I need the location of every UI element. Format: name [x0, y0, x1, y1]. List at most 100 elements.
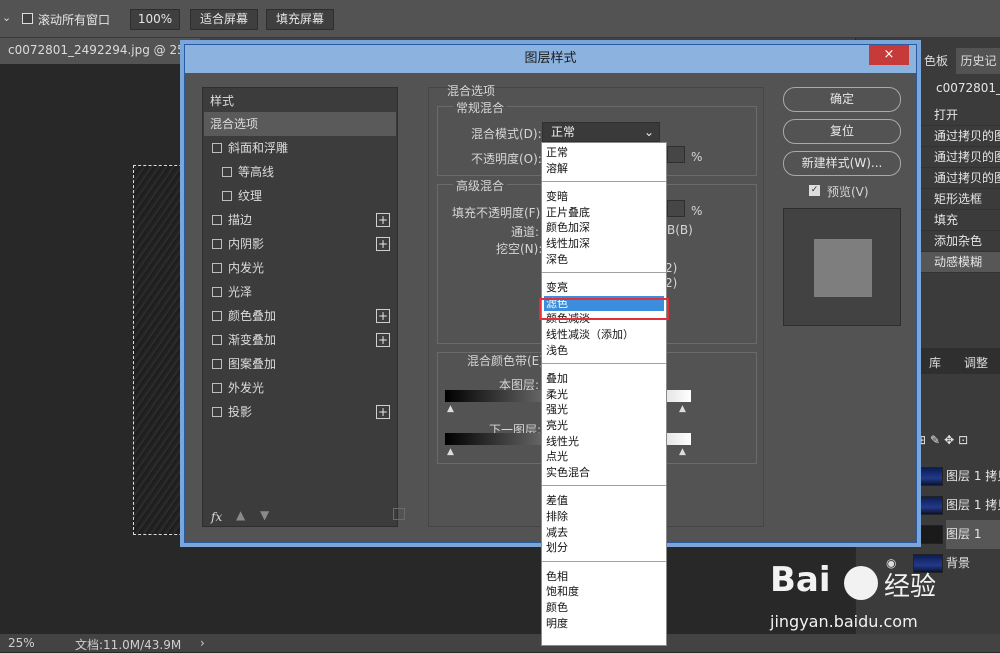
tab-adjustments[interactable]: 调整 — [956, 350, 996, 376]
slider-handle-icon[interactable]: ▲ — [679, 447, 686, 457]
style-checkbox[interactable] — [212, 383, 222, 393]
blend-mode-option[interactable]: 实色混合 — [544, 465, 664, 481]
blend-mode-option[interactable]: 颜色加深 — [544, 220, 664, 236]
style-checkbox[interactable] — [212, 335, 222, 345]
blend-mode-option[interactable]: 色相 — [544, 569, 664, 585]
tab-history[interactable]: 历史记 — [956, 48, 1000, 74]
blend-mode-option[interactable]: 叠加 — [544, 371, 664, 387]
fill-screen-button[interactable]: 填充屏幕 — [266, 9, 334, 30]
style-checkbox[interactable] — [212, 239, 222, 249]
new-style-button[interactable]: 新建样式(W)... — [783, 151, 901, 176]
move-up-icon[interactable]: ▲ — [236, 508, 245, 522]
ok-button[interactable]: 确定 — [783, 87, 901, 112]
blend-mode-option[interactable]: 点光 — [544, 449, 664, 465]
status-arrow-icon[interactable]: › — [200, 636, 205, 650]
layer-lock-icons[interactable]: ⊞✎✥⊡ — [916, 433, 996, 449]
blend-mode-option[interactable]: 线性减淡（添加） — [544, 327, 664, 343]
add-style-icon[interactable]: + — [376, 405, 390, 419]
style-item[interactable]: 颜色叠加 + — [204, 304, 396, 328]
slider-handle-icon[interactable]: ▲ — [447, 447, 454, 457]
style-checkbox[interactable] — [222, 167, 232, 177]
blend-mode-option[interactable]: 溶解 — [544, 161, 664, 177]
blend-mode-option[interactable]: 排除 — [544, 509, 664, 525]
style-checkbox[interactable] — [212, 215, 222, 225]
history-item[interactable]: 通过拷贝的图 — [918, 147, 1000, 168]
history-item-current[interactable]: 动感模糊 — [918, 252, 1000, 273]
document-tab[interactable]: c0072801_2492294.jpg @ 25% (图层 — [0, 38, 200, 64]
trash-icon[interactable] — [393, 508, 405, 520]
history-item[interactable]: 打开 — [918, 105, 1000, 126]
history-item[interactable]: 通过拷贝的图 — [918, 126, 1000, 147]
blend-mode-option[interactable]: 颜色 — [544, 600, 664, 616]
blend-mode-option[interactable]: 强光 — [544, 402, 664, 418]
blend-mode-option[interactable]: 亮光 — [544, 418, 664, 434]
blend-mode-option[interactable]: 变亮 — [544, 280, 664, 296]
layer-item[interactable]: 图层 1 拷贝 — [946, 462, 1000, 491]
blend-mode-option[interactable]: 减去 — [544, 525, 664, 541]
blend-mode-select[interactable]: 正常 ⌄ — [542, 122, 660, 142]
add-style-icon[interactable]: + — [376, 309, 390, 323]
blend-mode-option[interactable]: 线性加深 — [544, 236, 664, 252]
history-file[interactable]: c0072801_249 — [918, 76, 1000, 100]
style-checkbox[interactable] — [222, 191, 232, 201]
history-item[interactable]: 矩形选框 — [918, 189, 1000, 210]
style-item[interactable]: 投影 + — [204, 400, 396, 424]
style-checkbox[interactable] — [212, 359, 222, 369]
slider-handle-icon[interactable]: ▲ — [679, 404, 686, 414]
style-item[interactable]: 渐变叠加 + — [204, 328, 396, 352]
add-style-icon[interactable]: + — [376, 333, 390, 347]
tab-swatches[interactable]: 色板 — [918, 48, 954, 74]
style-item[interactable]: 混合选项 — [204, 112, 396, 136]
style-checkbox[interactable] — [212, 287, 222, 297]
style-item[interactable]: 外发光 — [204, 376, 396, 400]
slider-handle-icon[interactable]: ▲ — [447, 404, 454, 414]
layer-item-selected[interactable]: 图层 1 — [946, 520, 1000, 549]
fit-screen-button[interactable]: 适合屏幕 — [190, 9, 258, 30]
blend-mode-option[interactable]: 明度 — [544, 616, 664, 632]
opacity-input[interactable] — [667, 146, 685, 163]
style-checkbox[interactable] — [212, 143, 222, 153]
style-item[interactable]: 描边 + — [204, 208, 396, 232]
style-checkbox[interactable] — [212, 311, 222, 321]
fx-icon[interactable]: fx — [211, 510, 222, 524]
preview-checkbox[interactable]: ✓ — [809, 185, 820, 196]
history-item[interactable]: 通过拷贝的图 — [918, 168, 1000, 189]
scroll-all-windows-checkbox[interactable] — [22, 13, 33, 24]
blend-mode-option[interactable]: 线性光 — [544, 434, 664, 450]
style-item[interactable]: 等高线 — [204, 160, 396, 184]
style-item[interactable]: 图案叠加 — [204, 352, 396, 376]
blend-mode-option[interactable]: 变暗 — [544, 189, 664, 205]
layer-item[interactable]: 图层 1 拷贝 — [946, 491, 1000, 520]
menu-separator — [542, 181, 666, 183]
style-item[interactable]: 纹理 — [204, 184, 396, 208]
style-item[interactable]: 光泽 — [204, 280, 396, 304]
channel-b-checkbox[interactable]: B(B) — [667, 223, 693, 237]
blend-mode-option[interactable]: 正常 — [544, 145, 664, 161]
blend-mode-option[interactable]: 柔光 — [544, 387, 664, 403]
blend-mode-option[interactable]: 正片叠底 — [544, 205, 664, 221]
tab-libraries[interactable]: 库 — [916, 350, 954, 376]
history-item[interactable]: 填充 — [918, 210, 1000, 231]
status-zoom: 25% — [8, 636, 35, 650]
blend-mode-option[interactable]: 深色 — [544, 252, 664, 268]
close-icon[interactable]: × — [869, 45, 909, 65]
history-item[interactable]: 添加杂色 — [918, 231, 1000, 252]
fill-opacity-input[interactable] — [667, 200, 685, 217]
chevron-down-icon[interactable]: ⌄ — [2, 11, 14, 27]
move-down-icon[interactable]: ▼ — [260, 508, 269, 522]
style-checkbox[interactable] — [212, 263, 222, 273]
add-style-icon[interactable]: + — [376, 213, 390, 227]
reset-button[interactable]: 复位 — [783, 119, 901, 144]
blend-mode-option[interactable]: 划分 — [544, 540, 664, 556]
style-checkbox[interactable] — [212, 407, 222, 417]
blend-if-label: 混合颜色带(E): — [467, 354, 548, 368]
blend-mode-option[interactable]: 浅色 — [544, 343, 664, 359]
style-item[interactable]: 内发光 — [204, 256, 396, 280]
style-item[interactable]: 内阴影 + — [204, 232, 396, 256]
add-style-icon[interactable]: + — [376, 237, 390, 251]
style-item[interactable]: 斜面和浮雕 — [204, 136, 396, 160]
zoom-100-button[interactable]: 100% — [130, 9, 180, 30]
style-item-label: 内发光 — [228, 261, 265, 275]
blend-mode-option[interactable]: 饱和度 — [544, 584, 664, 600]
blend-mode-option[interactable]: 差值 — [544, 493, 664, 509]
